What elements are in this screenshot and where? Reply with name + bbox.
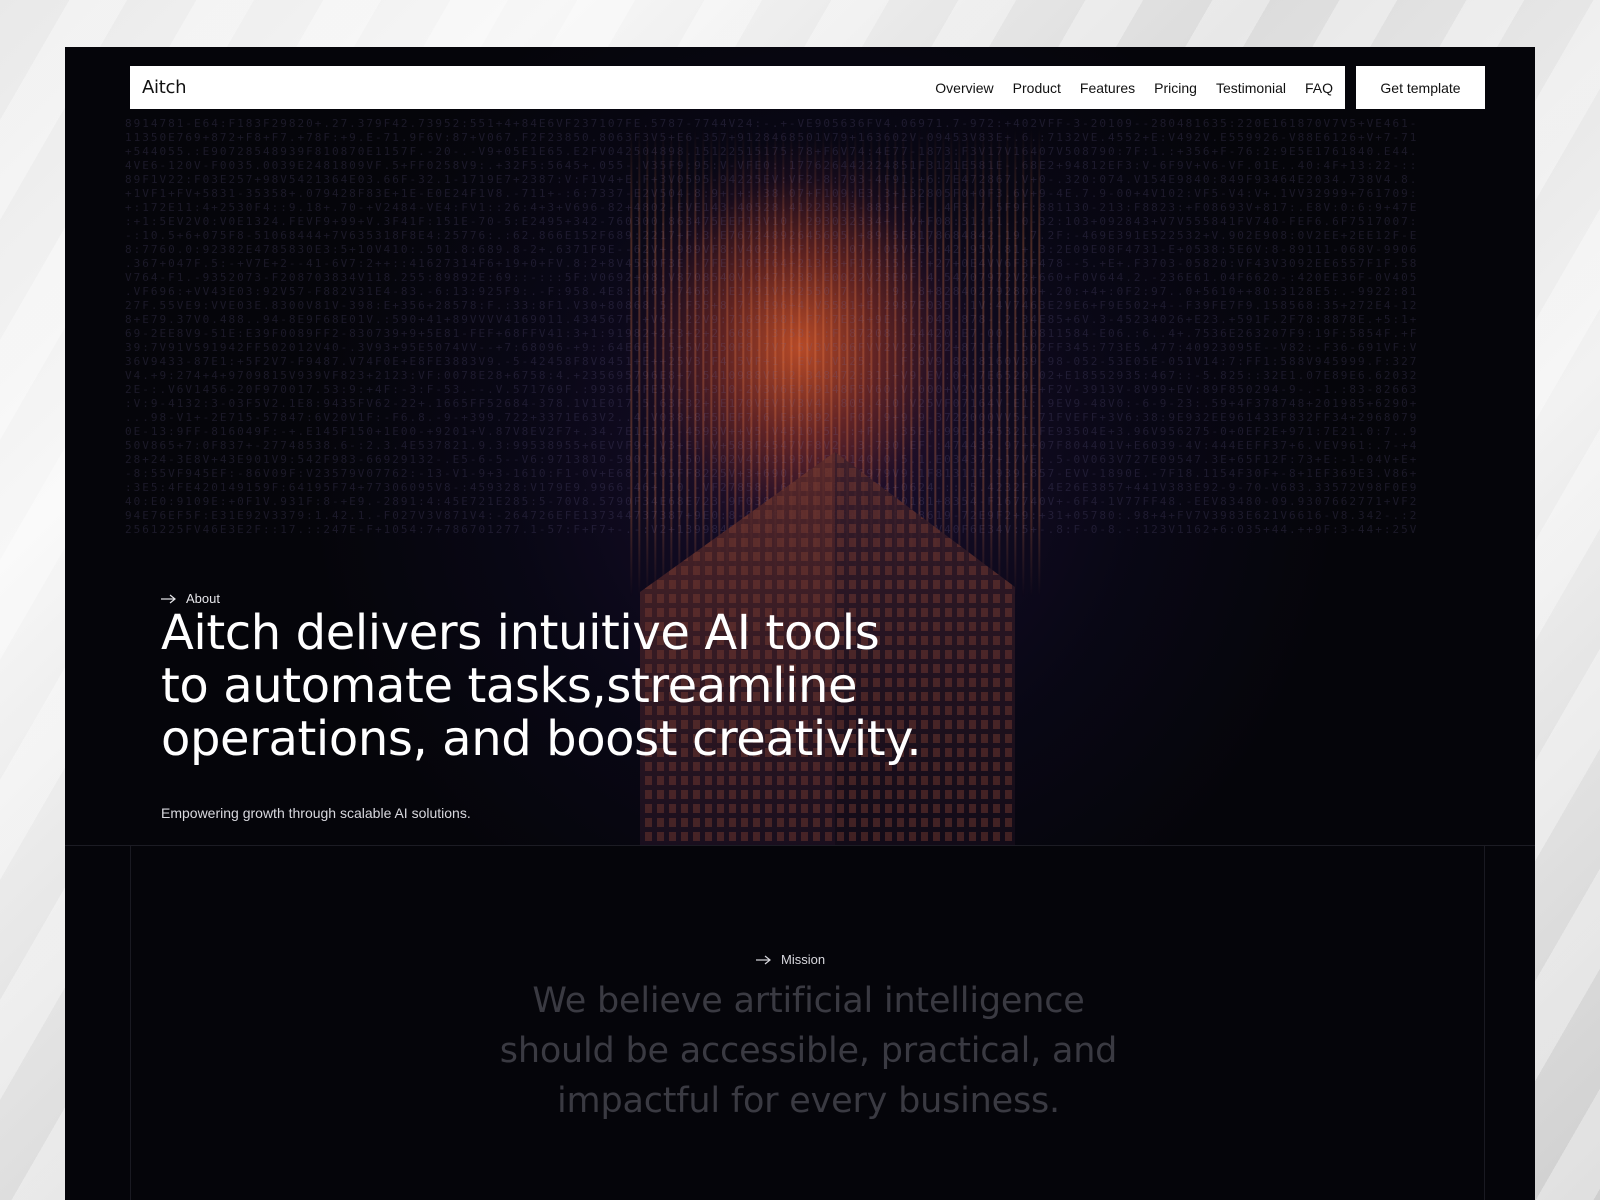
nav-links: Overview Product Features Pricing Testim…	[935, 80, 1333, 96]
get-template-button[interactable]: Get template	[1356, 66, 1485, 109]
mission-section: Mission We believe artificial intelligen…	[130, 846, 1485, 1200]
nav-link-features[interactable]: Features	[1080, 80, 1135, 96]
top-nav: Aitch Overview Product Features Pricing …	[130, 66, 1345, 109]
arrow-right-icon	[161, 594, 176, 603]
hero-subtitle: Empowering growth through scalable AI so…	[161, 805, 471, 821]
mission-line: We believe artificial intelligence	[532, 981, 1085, 1021]
about-tag: About	[161, 591, 220, 606]
nav-link-faq[interactable]: FAQ	[1305, 80, 1333, 96]
nav-link-product[interactable]: Product	[1013, 80, 1061, 96]
mission-line: impactful for every business.	[557, 1081, 1060, 1121]
logo[interactable]: Aitch	[142, 77, 186, 98]
headline-line: to automate tasks,streamline	[161, 658, 858, 714]
site-frame: 8914781-E64:F183F29820+.27.379F42.73952:…	[65, 47, 1535, 1200]
mission-tag-label: Mission	[781, 952, 826, 967]
mission-statement: We believe artificial intelligence shoul…	[441, 976, 1176, 1126]
hero-headline: Aitch delivers intuitive AI tools to aut…	[161, 607, 1041, 766]
hero-section: 8914781-E64:F183F29820+.27.379F42.73952:…	[65, 47, 1535, 845]
nav-link-testimonial[interactable]: Testimonial	[1216, 80, 1286, 96]
nav-link-overview[interactable]: Overview	[935, 80, 993, 96]
arrow-right-icon	[756, 955, 771, 964]
headline-line: Aitch delivers intuitive AI tools	[161, 605, 880, 661]
headline-line: operations, and boost creativity.	[161, 711, 922, 767]
about-tag-label: About	[186, 591, 220, 606]
mission-line: should be accessible, practical, and	[499, 1031, 1118, 1071]
nav-link-pricing[interactable]: Pricing	[1154, 80, 1197, 96]
mission-tag: Mission	[756, 952, 825, 967]
